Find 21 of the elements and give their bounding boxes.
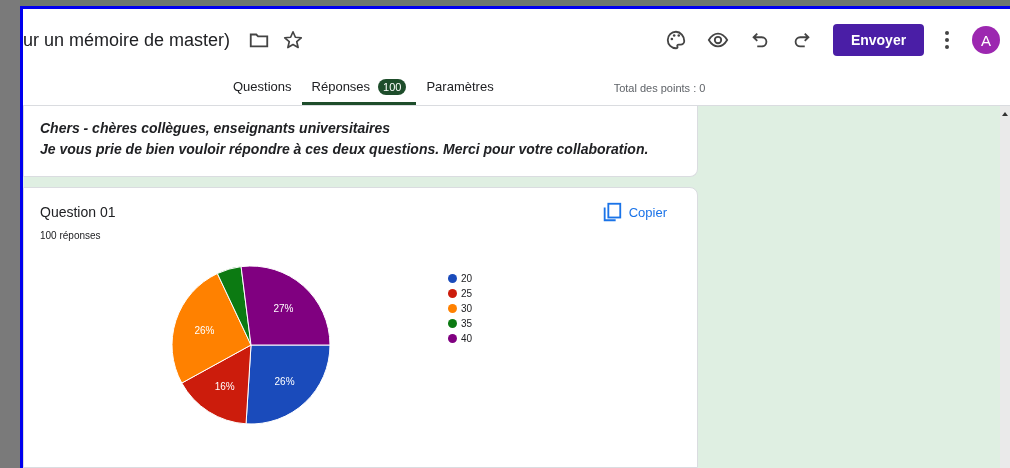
tab[interactable]: Questions <box>223 71 302 105</box>
slice-label: 26% <box>194 324 215 336</box>
tab[interactable]: Paramètres <box>416 71 504 105</box>
slice-label: 16% <box>214 381 235 393</box>
description-text: Chers - chères collègues, enseignants universitaires <box>40 119 392 138</box>
legend-label: 40 <box>461 333 473 344</box>
legend-label: 25 <box>461 288 473 299</box>
legend-label: 20 <box>461 273 473 284</box>
slice-label: 27% <box>273 303 294 315</box>
question-title: Question 01 <box>40 204 116 220</box>
slice-label: 26% <box>274 375 295 387</box>
form-title: ur un mémoire de master) <box>23 29 231 51</box>
send-button[interactable]: Envoyer <box>833 24 924 56</box>
legend-label: 30 <box>461 303 473 314</box>
description-text: Je vous prie de bien vouloir répondre à ces deux questions. Merci pour votre collaboration. <box>40 140 650 159</box>
copy-button[interactable]: Copier <box>594 200 673 224</box>
legend-label: 35 <box>461 318 473 329</box>
count-badge: 100 <box>378 78 407 95</box>
total-points: Total des points : 0 <box>613 82 706 94</box>
response-count: 100 réponses <box>40 230 101 241</box>
avatar[interactable]: A <box>972 26 1000 54</box>
